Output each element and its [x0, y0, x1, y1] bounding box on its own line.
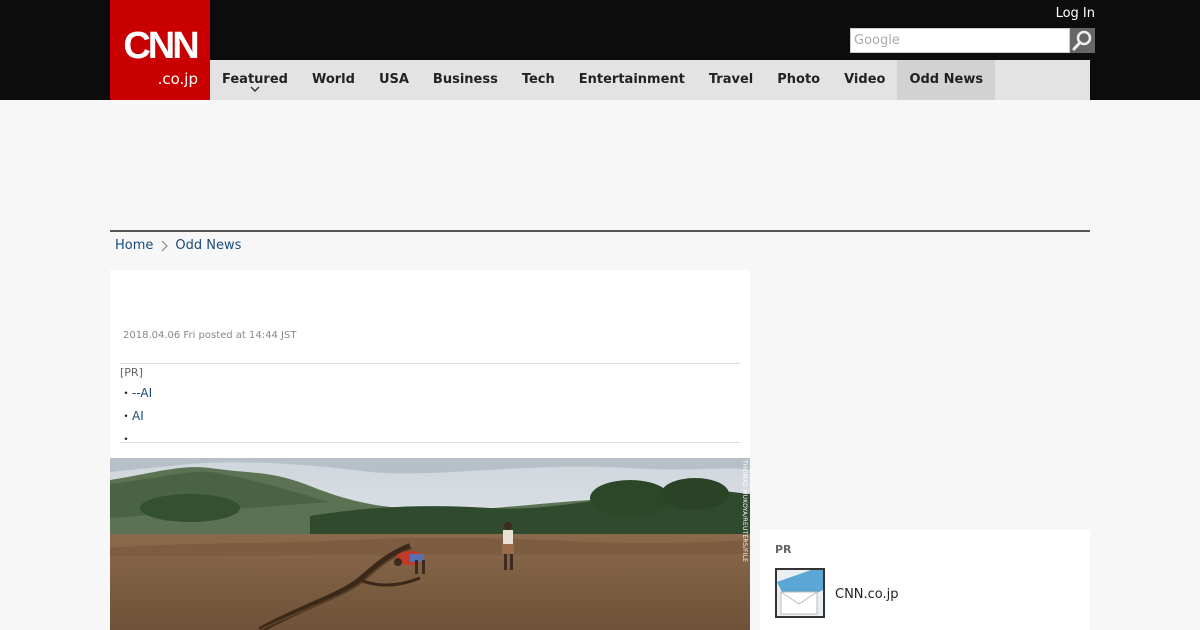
chevron-right-icon: [161, 240, 169, 252]
pr-box: [PR] ・--AI ・AI ・: [120, 363, 740, 446]
breadcrumb-home[interactable]: Home: [115, 238, 153, 254]
bullet: ・: [120, 386, 133, 400]
pr-link[interactable]: --AI: [132, 386, 152, 400]
login-link[interactable]: Log In: [1056, 6, 1095, 22]
article-photo: THOMAS MUKOYA/REUTERS/FILE: [110, 458, 750, 630]
pr-link[interactable]: AI: [132, 409, 144, 423]
sidebar-pr-widget: PR CNN.co.jp: [760, 530, 1090, 630]
chevron-down-icon: [250, 86, 260, 93]
nav-item-travel[interactable]: Travel: [697, 60, 765, 100]
sidebar-thumbnail[interactable]: [775, 568, 825, 618]
pr-label: [PR]: [120, 366, 143, 379]
photo-field-cracks: [110, 458, 750, 630]
list-item: ・--AI: [120, 382, 152, 405]
nav-item-featured[interactable]: Featured: [210, 60, 300, 100]
cnn-logo[interactable]: CNN .co.jp: [110, 0, 210, 100]
section-divider: [110, 230, 1090, 232]
list-item: ・AI: [120, 405, 152, 428]
article-card: 2018.04.06 Fri posted at 14:44 JST [PR] …: [110, 270, 750, 630]
sidebar-title: PR: [775, 543, 792, 556]
mail-icon: [777, 570, 823, 616]
nav-item-tech[interactable]: Tech: [510, 60, 567, 100]
top-header: CNN .co.jp Log In Featured World USA Bus…: [0, 0, 1200, 100]
nav-item-world[interactable]: World: [300, 60, 367, 100]
search-icon: [1072, 30, 1092, 51]
breadcrumb: Home Odd News: [115, 238, 241, 254]
search-input[interactable]: [850, 28, 1070, 53]
nav-item-odd-news[interactable]: Odd News: [897, 60, 996, 100]
breadcrumb-odd-news[interactable]: Odd News: [175, 238, 241, 254]
list-item: ・: [120, 428, 152, 451]
logo-wordmark: CNN: [123, 25, 199, 67]
bullet: ・: [120, 432, 133, 446]
pr-list: ・--AI ・AI ・: [120, 382, 152, 451]
bullet: ・: [120, 409, 133, 423]
logo-domain: .co.jp: [157, 70, 198, 88]
main-nav: Featured World USA Business Tech Enterta…: [210, 60, 1090, 100]
nav-item-usa[interactable]: USA: [367, 60, 421, 100]
nav-item-photo[interactable]: Photo: [765, 60, 832, 100]
sidebar-item-link[interactable]: CNN.co.jp: [835, 587, 899, 603]
nav-item-business[interactable]: Business: [421, 60, 510, 100]
search-button[interactable]: [1070, 28, 1095, 53]
nav-item-entertainment[interactable]: Entertainment: [567, 60, 697, 100]
nav-item-video[interactable]: Video: [832, 60, 897, 100]
article-date: 2018.04.06 Fri posted at 14:44 JST: [123, 330, 297, 341]
photo-credit: THOMAS MUKOYA/REUTERS/FILE: [741, 460, 748, 563]
